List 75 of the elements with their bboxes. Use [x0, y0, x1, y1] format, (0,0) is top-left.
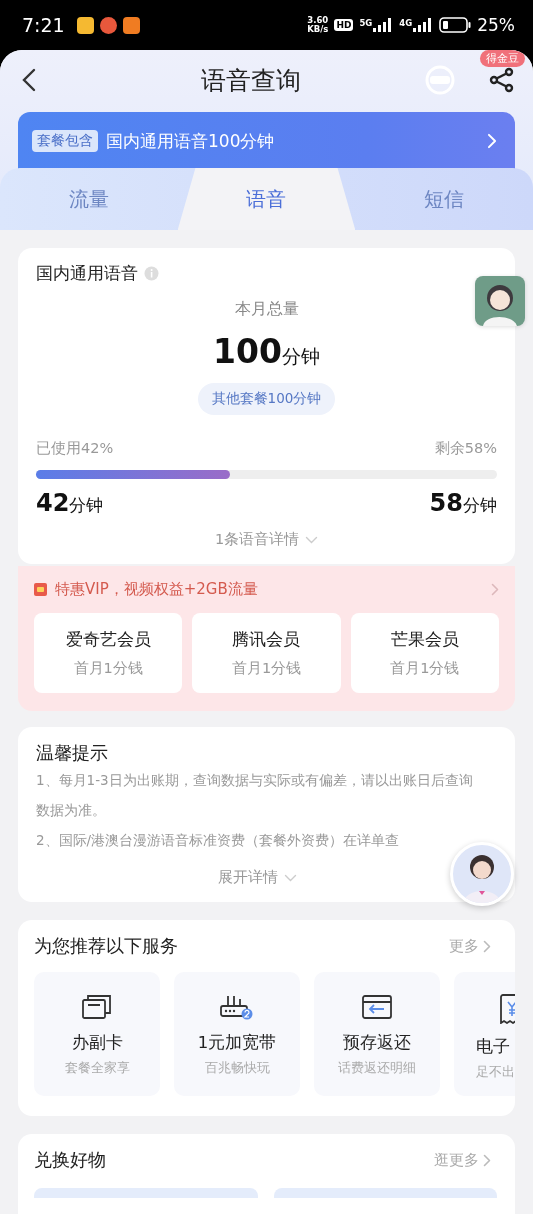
app-icon	[99, 16, 117, 34]
plan-text: 国内通用语音100分钟	[106, 129, 276, 153]
expand-link[interactable]: 展开详情	[212, 867, 303, 888]
app-icon	[76, 16, 94, 34]
section-title: 温馨提示	[36, 741, 109, 765]
router-icon	[220, 994, 254, 1020]
unit-label: 分钟	[281, 345, 320, 369]
used-value: 42	[36, 489, 70, 517]
unit-label: 分钟	[69, 495, 104, 517]
offer-card[interactable]: 爱奇艺会员 首月1分钱	[34, 613, 183, 693]
more-link[interactable]: 逛更多	[428, 1149, 497, 1171]
service-subtitle: 话费返还明细	[338, 1060, 416, 1077]
offer-name: 芒果会员	[390, 628, 459, 651]
offer-card[interactable]: 芒果会员 首月1分钱	[350, 613, 499, 693]
service-tile[interactable]: 预存返还 话费返还明细	[314, 972, 440, 1096]
chevron-right-icon	[491, 583, 499, 596]
offer-price: 首月1分钱	[231, 659, 302, 678]
network-label: 4G	[399, 18, 413, 28]
offer-price: 首月1分钱	[73, 659, 143, 678]
status-time: 7:21	[22, 14, 65, 36]
section-title: 国内通用语音	[36, 262, 138, 285]
plan-tag: 套餐包含	[32, 130, 98, 152]
promo-title[interactable]: 特惠VIP，视频权益+2GB流量	[55, 580, 483, 599]
service-tile[interactable]: 办副卡 套餐全家享	[34, 972, 160, 1096]
tip-text: 2、国际/港澳台漫游语音标准资费（套餐外资费）在详单查	[36, 831, 401, 850]
chevron-down-icon	[305, 535, 319, 544]
service-subtitle: 足不出	[476, 1064, 515, 1081]
service-name: 办副卡	[71, 1032, 123, 1054]
total-label: 本月总量	[234, 299, 299, 320]
app-icon	[122, 16, 140, 34]
share-icon[interactable]	[489, 67, 515, 93]
tab[interactable]: 短信	[355, 168, 533, 230]
assistant-avatar-icon[interactable]	[475, 276, 525, 326]
service-tile[interactable]: 电子 足不出	[454, 972, 515, 1096]
tab[interactable]: 语音	[177, 168, 356, 230]
section-title: 为您推荐以下服务	[34, 934, 178, 958]
battery-icon	[439, 17, 472, 33]
offer-name: 爱奇艺会员	[65, 628, 151, 651]
service-name: 1元加宽带	[197, 1032, 277, 1054]
offer-price: 首月1分钱	[390, 659, 460, 678]
battery-level: 25%	[477, 15, 515, 35]
tip-text: 1、每月1-3日为出账期，查询数据与实际或有偏差，请以出账日后查询数据为准。	[36, 771, 474, 820]
chevron-right-icon	[483, 939, 491, 953]
service-subtitle: 套餐全家享	[64, 1060, 130, 1077]
coins-badge: 得金豆	[480, 50, 525, 67]
chevron-right-icon	[483, 1153, 491, 1167]
network-speed: 3.60 KB/s	[307, 16, 329, 34]
more-link[interactable]: 更多	[443, 935, 497, 957]
signal-icon	[413, 18, 434, 32]
signal-icon	[373, 18, 394, 32]
plan-bubble: 其他套餐100分钟	[197, 383, 336, 415]
back-icon[interactable]	[22, 68, 36, 92]
service-subtitle: 百兆畅快玩	[204, 1060, 270, 1077]
receipt-icon	[500, 994, 515, 1024]
service-tile[interactable]: 1元加宽带 百兆畅快玩	[174, 972, 300, 1096]
unit-label: 分钟	[463, 495, 497, 517]
offer-card[interactable]: 腾讯会员 首月1分钱	[192, 613, 341, 693]
total-value: 100	[213, 332, 282, 371]
service-name: 预存返还	[343, 1032, 411, 1054]
chevron-right-icon	[487, 133, 497, 149]
chevron-down-icon	[284, 873, 297, 882]
plan-banner[interactable]: 套餐包含 国内通用语音100分钟	[18, 112, 515, 170]
remaining-percent: 剩余58%	[434, 439, 497, 458]
cards-icon	[82, 994, 112, 1020]
used-percent: 已使用42%	[36, 439, 114, 458]
network-label: 5G	[359, 18, 373, 28]
page-title: 语音查询	[199, 64, 302, 97]
tab[interactable]: 流量	[0, 168, 178, 230]
gift-icon	[34, 583, 47, 596]
offer-name: 腾讯会员	[232, 628, 301, 651]
section-title: 兑换好物	[34, 1148, 106, 1172]
remaining-value: 58	[429, 489, 463, 517]
details-link[interactable]: 1条语音详情	[208, 529, 325, 550]
hd-badge: HD	[334, 19, 354, 31]
service-name: 电子	[476, 1036, 510, 1058]
